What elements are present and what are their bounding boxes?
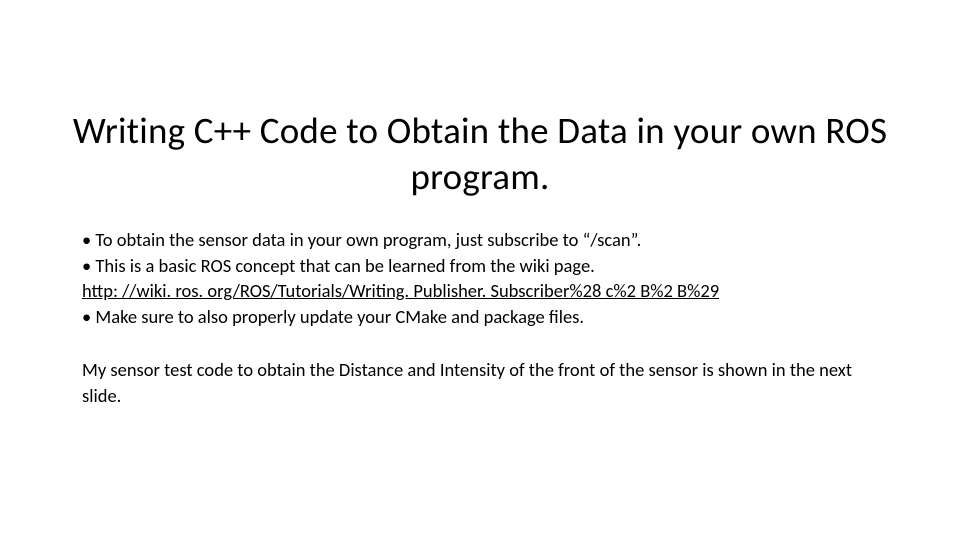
bullet-item: To obtain the sensor data in your own pr… xyxy=(82,227,882,253)
closing-text: My sensor test code to obtain the Distan… xyxy=(82,357,882,408)
bullet-item: Make sure to also properly update your C… xyxy=(82,304,882,330)
bullet-item: This is a basic ROS concept that can be … xyxy=(82,253,882,279)
tutorial-link[interactable]: http: //wiki. ros. org/ROS/Tutorials/Wri… xyxy=(82,278,882,304)
slide-title: Writing C++ Code to Obtain the Data in y… xyxy=(0,108,960,201)
slide-body: To obtain the sensor data in your own pr… xyxy=(82,227,882,408)
link-text[interactable]: http: //wiki. ros. org/ROS/Tutorials/Wri… xyxy=(82,279,719,302)
slide: Writing C++ Code to Obtain the Data in y… xyxy=(0,0,960,540)
